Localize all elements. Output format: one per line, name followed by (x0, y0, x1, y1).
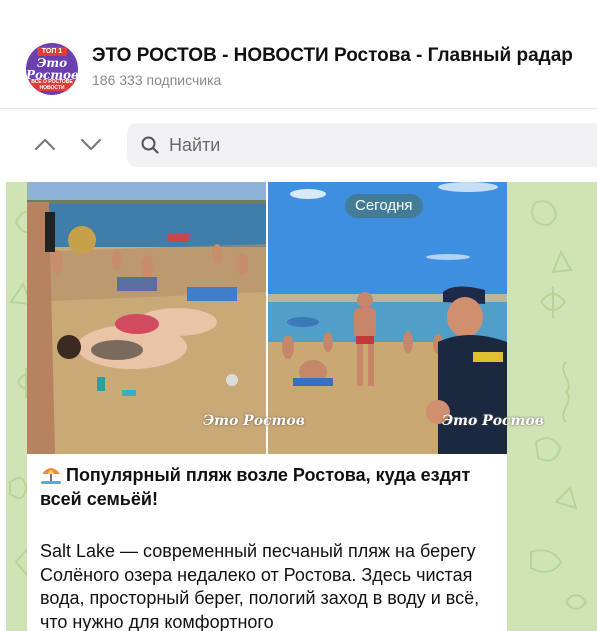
channel-header: ТОП 1 Это Ростов ВСЕ О РОСТОВЕ НОВОСТИ Э… (0, 0, 597, 109)
message-bubble: Популярный пляж возле Ростова, куда ездя… (27, 182, 507, 631)
search-input[interactable] (169, 123, 569, 167)
chevron-up-icon[interactable] (33, 132, 57, 156)
avatar-subtitle: ВСЕ О РОСТОВЕ НОВОСТИ (30, 79, 74, 91)
search-box[interactable] (127, 123, 597, 167)
avatar-badge: ТОП 1 (37, 47, 67, 56)
photo-1-watermark: Это Ростов (203, 413, 305, 429)
channel-title[interactable]: ЭТО РОСТОВ - НОВОСТИ Ростова - Главный р… (92, 45, 573, 67)
avatar-logo: Это Ростов (26, 56, 78, 82)
search-icon (141, 136, 159, 154)
beach-umbrella-icon (40, 464, 62, 484)
photo-2-watermark: Это Ростов (442, 413, 544, 429)
date-pill: Сегодня (345, 194, 423, 218)
channel-avatar[interactable]: ТОП 1 Это Ростов ВСЕ О РОСТОВЕ НОВОСТИ (26, 43, 78, 95)
post-body: Salt Lake — современный песчаный пляж на… (40, 541, 480, 631)
post-heading-text: Популярный пляж возле Ростова, куда ездя… (40, 465, 471, 509)
subscriber-count: 186 333 подписчика (92, 72, 222, 88)
post-heading: Популярный пляж возле Ростова, куда ездя… (40, 463, 480, 511)
chevron-down-icon[interactable] (79, 132, 103, 156)
